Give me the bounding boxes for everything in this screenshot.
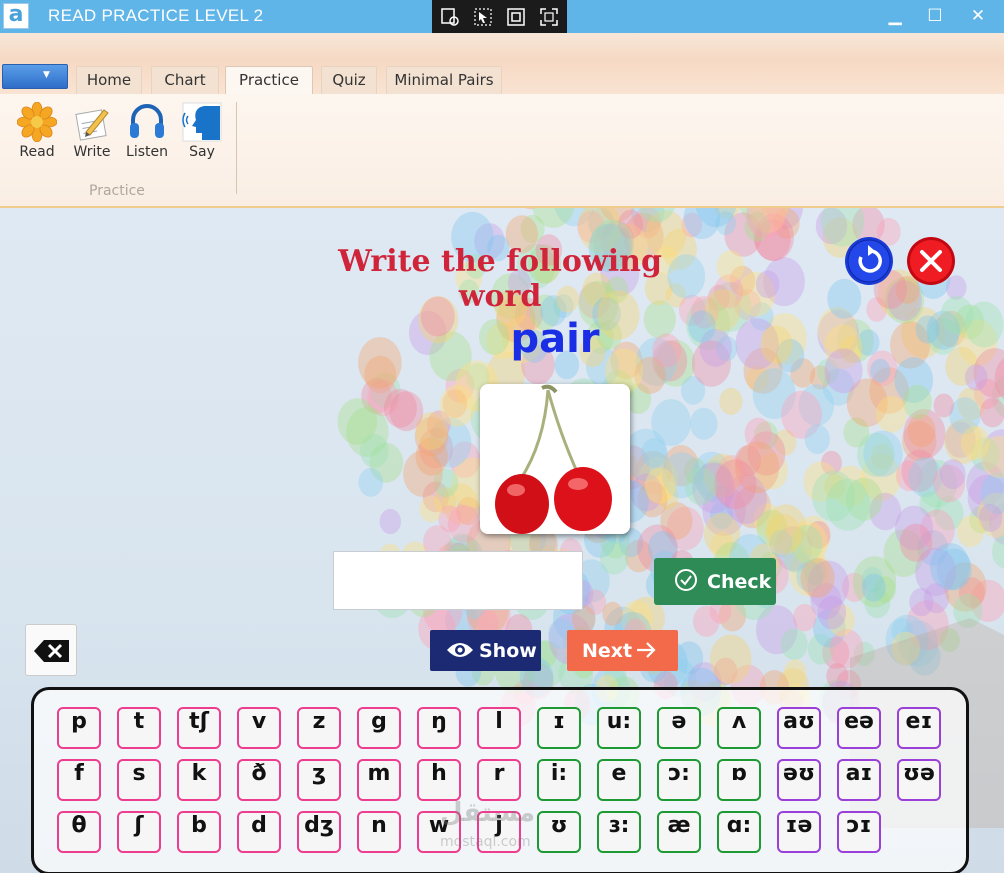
phoneme-key[interactable]: h	[417, 759, 461, 801]
phoneme-key[interactable]: ʒ	[297, 759, 341, 801]
speaking-head-icon	[182, 102, 222, 142]
phoneme-key[interactable]: ɔ:	[657, 759, 701, 801]
cherries-image	[495, 384, 612, 534]
phoneme-key[interactable]: ə	[657, 707, 701, 749]
dropdown-arrow-icon: ▼	[43, 70, 50, 80]
phoneme-key[interactable]: aɪ	[837, 759, 881, 801]
replay-button[interactable]	[844, 236, 894, 286]
phoneme-key[interactable]: v	[237, 707, 281, 749]
watermark-logo: مستقل	[440, 798, 536, 828]
phoneme-key[interactable]: θ	[57, 811, 101, 853]
check-button[interactable]: Check	[654, 558, 776, 605]
maximize-button[interactable]: ☐	[920, 4, 950, 28]
phoneme-key[interactable]: ɔɪ	[837, 811, 881, 853]
phoneme-key[interactable]: ɑ:	[717, 811, 761, 853]
phoneme-key[interactable]: ɪ	[537, 707, 581, 749]
phoneme-key[interactable]: u:	[597, 707, 641, 749]
backspace-button[interactable]	[25, 624, 77, 676]
exercise-area: Write the following word pair Check Show…	[0, 208, 1004, 873]
write-button[interactable]: Write	[67, 102, 117, 160]
phoneme-key[interactable]: f	[57, 759, 101, 801]
app-icon[interactable]: a	[3, 3, 29, 29]
read-button[interactable]: Read	[12, 101, 62, 160]
phoneme-key[interactable]: e	[597, 759, 641, 801]
phoneme-key[interactable]: ʊə	[897, 759, 941, 801]
write-label: Write	[73, 144, 111, 160]
flower-icon	[16, 101, 58, 143]
next-label: Next	[582, 640, 633, 662]
phoneme-key[interactable]: ɜ:	[597, 811, 641, 853]
close-icon	[907, 237, 955, 285]
window-capture-icon[interactable]	[506, 7, 526, 27]
phoneme-key[interactable]: ŋ	[417, 707, 461, 749]
fullscreen-capture-icon[interactable]	[539, 7, 559, 27]
phoneme-key[interactable]: i:	[537, 759, 581, 801]
file-menu-button[interactable]: ▼	[2, 64, 68, 89]
tab-chart[interactable]: Chart	[151, 66, 219, 94]
phoneme-key[interactable]: eə	[837, 707, 881, 749]
arrow-right-icon	[637, 642, 656, 658]
backspace-icon	[34, 640, 69, 662]
listen-button[interactable]: Listen	[122, 102, 172, 160]
phoneme-key[interactable]: t	[117, 707, 161, 749]
phoneme-key[interactable]: z	[297, 707, 341, 749]
minimize-button[interactable]: ▁	[880, 4, 910, 28]
phoneme-key[interactable]: əʊ	[777, 759, 821, 801]
show-button[interactable]: Show	[430, 630, 541, 671]
ribbon-panel: Read Write Listen Say Practice	[0, 94, 1004, 208]
next-button[interactable]: Next	[567, 630, 678, 671]
phoneme-key[interactable]: p	[57, 707, 101, 749]
word-picture	[480, 384, 630, 534]
phoneme-key[interactable]: g	[357, 707, 401, 749]
answer-input[interactable]	[333, 551, 583, 610]
phoneme-key[interactable]: dʒ	[297, 811, 341, 853]
practice-group-label: Practice	[89, 183, 145, 199]
phoneme-key[interactable]: æ	[657, 811, 701, 853]
window-title: READ PRACTICE LEVEL 2	[48, 6, 264, 25]
headphones-icon	[127, 102, 167, 142]
eye-icon	[447, 643, 473, 657]
group-separator	[236, 102, 237, 194]
listen-label: Listen	[126, 144, 168, 160]
say-label: Say	[189, 144, 215, 160]
phoneme-key[interactable]: s	[117, 759, 161, 801]
instruction-heading: Write the following word	[338, 244, 662, 314]
close-window-button[interactable]: ✕	[963, 4, 993, 28]
screen-capture-icon[interactable]	[440, 7, 460, 27]
phoneme-key[interactable]: r	[477, 759, 521, 801]
target-word: pair	[510, 316, 600, 362]
phoneme-key[interactable]: ɒ	[717, 759, 761, 801]
close-exercise-button[interactable]	[906, 236, 956, 286]
tab-practice[interactable]: Practice	[225, 66, 313, 94]
phoneme-key[interactable]: m	[357, 759, 401, 801]
replay-icon	[845, 237, 893, 285]
phoneme-key[interactable]: b	[177, 811, 221, 853]
phoneme-key[interactable]: d	[237, 811, 281, 853]
check-label: Check	[707, 571, 772, 593]
tab-minimal-pairs[interactable]: Minimal Pairs	[386, 66, 502, 94]
say-button[interactable]: Say	[177, 102, 227, 160]
phoneme-key[interactable]: ð	[237, 759, 281, 801]
phoneme-key[interactable]: ɪə	[777, 811, 821, 853]
watermark-url: mostaql.com	[440, 834, 531, 850]
phoneme-key[interactable]: eɪ	[897, 707, 941, 749]
phoneme-key[interactable]: aʊ	[777, 707, 821, 749]
show-label: Show	[479, 640, 537, 662]
pointer-select-icon[interactable]	[473, 7, 493, 27]
phoneme-key[interactable]: tʃ	[177, 707, 221, 749]
phoneme-key[interactable]: l	[477, 707, 521, 749]
check-circle-icon	[675, 569, 697, 591]
phoneme-key[interactable]: n	[357, 811, 401, 853]
phoneme-key[interactable]: k	[177, 759, 221, 801]
phoneme-key[interactable]: ʌ	[717, 707, 761, 749]
notepad-pencil-icon	[72, 102, 112, 142]
tab-quiz[interactable]: Quiz	[321, 66, 377, 94]
phoneme-key[interactable]: ʃ	[117, 811, 161, 853]
read-label: Read	[19, 144, 55, 160]
phoneme-key[interactable]: ʊ	[537, 811, 581, 853]
tab-home[interactable]: Home	[76, 66, 142, 94]
